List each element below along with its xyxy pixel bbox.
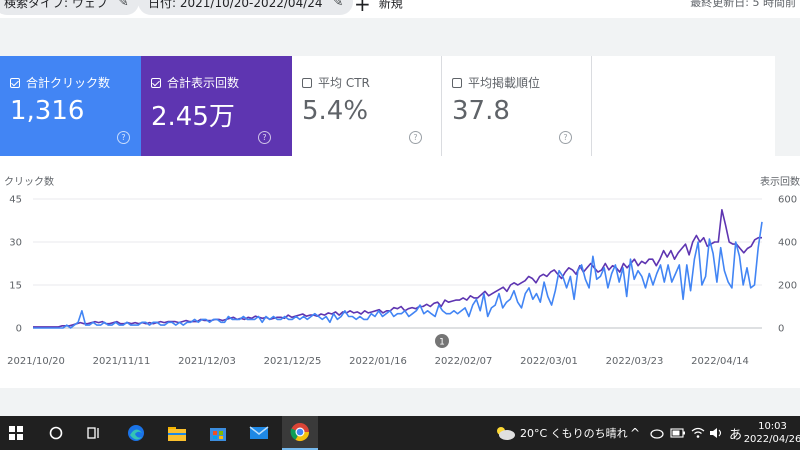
performance-chart-panel: クリック数 表示回数 0 15 30 45 0 200 400 600 2021/10/20 2…	[0, 156, 800, 388]
taskbar-app-explorer[interactable]	[161, 416, 193, 450]
ime-indicator[interactable]: あ	[729, 416, 742, 450]
x-axis-tick-label: 2021/10/20	[7, 356, 65, 367]
cloudy-sun-icon	[497, 427, 515, 440]
taskbar-app-mail[interactable]	[243, 416, 275, 450]
right-axis-tick-label: 400	[778, 238, 797, 249]
date-range-chip[interactable]: 日付: 2021/10/20-2022/04/24 ✎	[138, 0, 354, 15]
metrics-card: 合計クリック数 1,316 ? 合計表示回数 2.45万 ? 平均 CTR 5.…	[0, 56, 775, 156]
plus-icon: +	[354, 0, 371, 16]
volume-icon[interactable]	[709, 416, 723, 450]
help-icon[interactable]: ?	[117, 131, 130, 144]
annotation-marker[interactable]: 1	[435, 334, 449, 348]
series-line-clicks	[33, 221, 763, 329]
right-axis-tick-label: 200	[778, 281, 797, 292]
chrome-icon	[290, 423, 309, 442]
checkbox-checked-icon[interactable]	[151, 77, 161, 88]
series-line-impressions	[33, 208, 762, 328]
metric-average-ctr[interactable]: 平均 CTR 5.4% ?	[292, 56, 442, 156]
right-axis-tick-label: 600	[778, 195, 797, 206]
battery-icon[interactable]	[670, 416, 686, 450]
checkbox-unchecked-icon[interactable]	[302, 77, 312, 88]
edit-pencil-icon: ✎	[332, 0, 344, 10]
x-axis-tick-label: 2022/04/14	[691, 356, 749, 367]
start-button[interactable]	[0, 416, 32, 450]
left-axis-tick-label: 45	[9, 195, 22, 206]
x-axis-tick-label: 2021/12/03	[178, 356, 236, 367]
date-range-label: 日付: 2021/10/20-2022/04/24	[148, 0, 323, 10]
windows-taskbar: 20°C くもりのち晴れ ^ あ 10:03 2022/04/26	[0, 416, 800, 450]
edit-pencil-icon: ✎	[117, 0, 129, 10]
checkbox-checked-icon[interactable]	[10, 77, 20, 88]
help-icon[interactable]: ?	[559, 131, 572, 144]
search-type-label: 検索タイプ: ウェブ	[4, 0, 108, 10]
clock-date: 2022/04/26	[743, 434, 800, 445]
windows-logo-icon	[9, 426, 23, 440]
search-type-chip[interactable]: 検索タイプ: ウェブ ✎	[0, 0, 139, 15]
taskbar-app-chrome[interactable]	[282, 416, 318, 450]
x-axis-tick-label: 2021/11/11	[93, 356, 151, 367]
metric-total-impressions[interactable]: 合計表示回数 2.45万 ?	[141, 56, 292, 156]
metric-value: 37.8	[452, 96, 510, 126]
x-axis-tick-label: 2021/12/25	[264, 356, 322, 367]
edge-icon	[128, 425, 144, 441]
search-circle-icon	[49, 426, 63, 440]
search-button[interactable]	[40, 416, 72, 450]
x-axis-tick-label: 2022/02/07	[435, 356, 493, 367]
x-axis-tick-label: 2022/03/23	[606, 356, 664, 367]
new-filter-label: 新規	[378, 0, 403, 11]
clock-time: 10:03	[758, 421, 787, 432]
metric-label: 平均掲載順位	[468, 76, 541, 90]
performance-chart[interactable]: クリック数 表示回数 0 15 30 45 0 200 400 600 2021/10/20 2…	[0, 156, 800, 388]
metric-value: 2.45万	[151, 102, 235, 132]
tray-chevron-up-icon[interactable]: ^	[630, 416, 640, 450]
metric-label: 合計クリック数	[26, 76, 111, 90]
left-axis-tick-label: 0	[16, 324, 22, 335]
clock[interactable]: 10:03 2022/04/26	[743, 416, 800, 450]
metric-total-clicks[interactable]: 合計クリック数 1,316 ?	[0, 56, 150, 156]
weather-widget[interactable]: 20°C くもりのち晴れ	[494, 416, 628, 450]
annotation-marker-label: 1	[439, 338, 445, 348]
new-filter-button[interactable]: + 新規	[354, 0, 403, 16]
left-axis-title: クリック数	[4, 175, 54, 188]
left-axis-tick-label: 15	[9, 281, 22, 292]
help-icon[interactable]: ?	[258, 131, 271, 144]
right-axis-title: 表示回数	[760, 175, 800, 188]
x-axis-tick-label: 2022/01/16	[349, 356, 407, 367]
mail-icon	[249, 426, 269, 439]
onedrive-cloud-icon[interactable]	[650, 416, 664, 450]
store-icon	[210, 428, 226, 441]
metric-value: 1,316	[10, 96, 85, 126]
folder-icon	[168, 427, 186, 441]
metric-value: 5.4%	[302, 96, 369, 126]
filter-bar: 検索タイプ: ウェブ ✎ 日付: 2021/10/20-2022/04/24 ✎…	[0, 0, 800, 18]
checkbox-unchecked-icon[interactable]	[452, 77, 462, 88]
taskbar-app-edge[interactable]	[120, 416, 152, 450]
metric-average-position[interactable]: 平均掲載順位 37.8 ?	[442, 56, 592, 156]
taskbar-app-store[interactable]	[202, 416, 234, 450]
x-axis-tick-label: 2022/03/01	[520, 356, 578, 367]
weather-text: 20°C くもりのち晴れ	[520, 427, 628, 440]
task-view-icon	[87, 427, 99, 439]
left-axis-tick-label: 30	[9, 238, 22, 249]
metric-label: 合計表示回数	[167, 76, 240, 90]
metric-label: 平均 CTR	[318, 76, 370, 90]
wifi-icon[interactable]	[691, 416, 705, 450]
last-updated-text: 最終更新日: 5 時間前	[690, 0, 796, 9]
right-axis-tick-label: 0	[778, 324, 784, 335]
task-view-button[interactable]	[78, 416, 110, 450]
help-icon[interactable]: ?	[409, 131, 422, 144]
